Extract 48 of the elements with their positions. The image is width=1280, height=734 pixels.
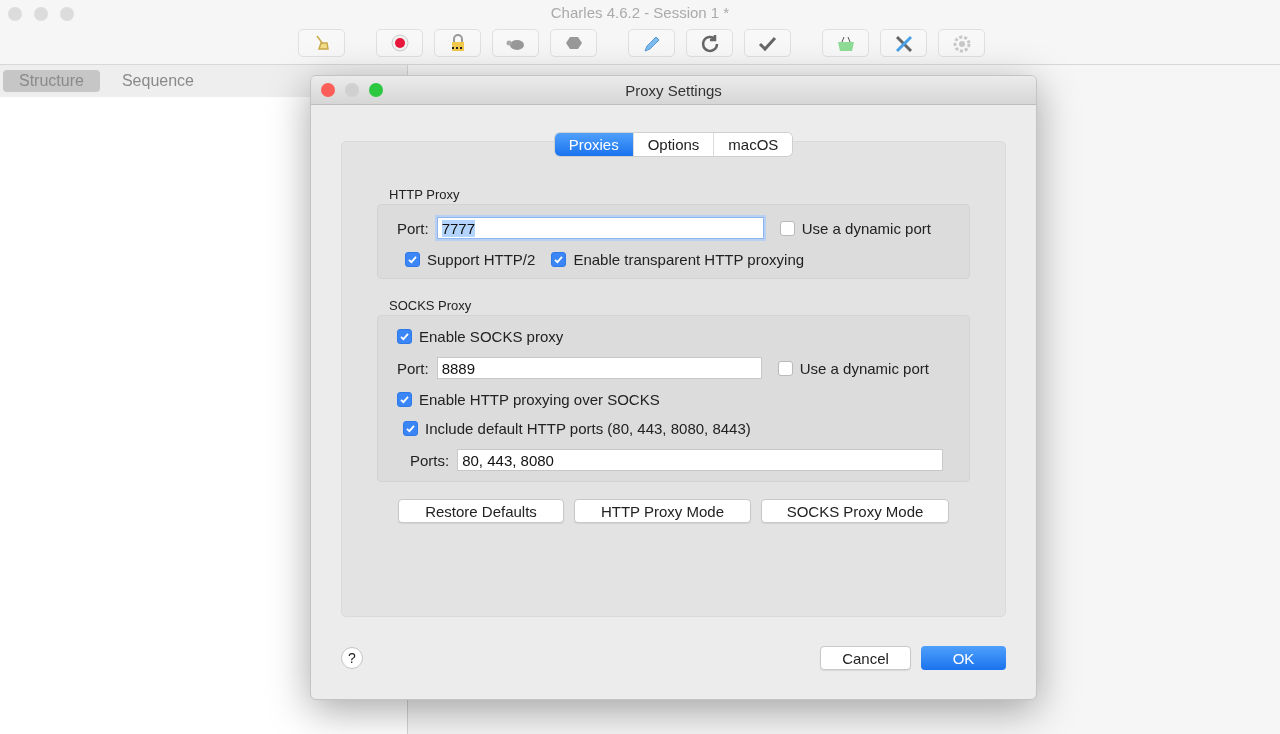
checkbox-label: Include default HTTP ports (80, 443, 8080, 8443) (425, 420, 751, 437)
checkmark-icon (399, 394, 410, 405)
port-field[interactable]: 7777 (436, 217, 764, 239)
toolbar-button[interactable] (434, 29, 481, 57)
field-label: Port: (397, 219, 429, 237)
checkbox[interactable] (397, 329, 412, 344)
checkbox[interactable] (403, 421, 418, 436)
tab[interactable]: macOS (713, 133, 793, 156)
zoom-button[interactable] (369, 83, 383, 97)
checkbox-label: Enable transparent HTTP proxying (573, 251, 805, 268)
field-label: Ports: (410, 451, 450, 469)
window-title: Charles 4.6.2 - Session 1 * (550, 4, 730, 21)
toolbar-button[interactable] (744, 29, 791, 57)
mode-button[interactable]: Restore Defaults (398, 499, 564, 523)
checkmark-icon (399, 331, 410, 342)
toolbar-button[interactable] (550, 29, 597, 57)
checkbox[interactable] (779, 220, 795, 236)
checkmark-icon (407, 254, 418, 265)
checkmark-icon (553, 254, 565, 265)
checkbox-label: Use a dynamic port (801, 219, 931, 237)
record-icon (388, 33, 411, 53)
checkbox-label: Use a dynamic port (799, 359, 929, 377)
group-title: HTTP Proxy (389, 187, 461, 202)
checkbox[interactable] (405, 252, 420, 267)
checkbox-label: Enable HTTP proxying over SOCKS (419, 391, 660, 408)
toolbar-button[interactable] (628, 29, 675, 57)
checkbox[interactable] (777, 360, 793, 376)
dialog-title: Proxy Settings (625, 81, 722, 99)
toolbar-button[interactable] (376, 29, 423, 57)
group-title: SOCKS Proxy (389, 298, 473, 313)
cancel-button[interactable]: Cancel (820, 646, 911, 670)
toolbar-button[interactable] (880, 29, 927, 57)
ok-button[interactable]: OK (921, 646, 1006, 670)
toolbar-button[interactable] (492, 29, 539, 57)
port-field[interactable]: 8889 (436, 357, 762, 379)
checkmark-icon (405, 423, 416, 434)
help-button[interactable]: ? (341, 647, 363, 669)
checkbox-label: Support HTTP/2 (427, 251, 536, 268)
field-label: Port: (397, 359, 429, 377)
checkbox[interactable] (397, 392, 412, 407)
mode-button[interactable]: HTTP Proxy Mode (574, 499, 751, 523)
checkbox[interactable] (551, 252, 567, 267)
checkbox-label: Enable SOCKS proxy (419, 328, 564, 345)
ports-field[interactable]: 80, 443, 8080 (457, 449, 944, 471)
tab[interactable]: Proxies (554, 133, 633, 156)
mode-button[interactable]: SOCKS Proxy Mode (761, 499, 949, 523)
close-button[interactable] (321, 83, 335, 97)
toolbar-button[interactable] (686, 29, 733, 57)
